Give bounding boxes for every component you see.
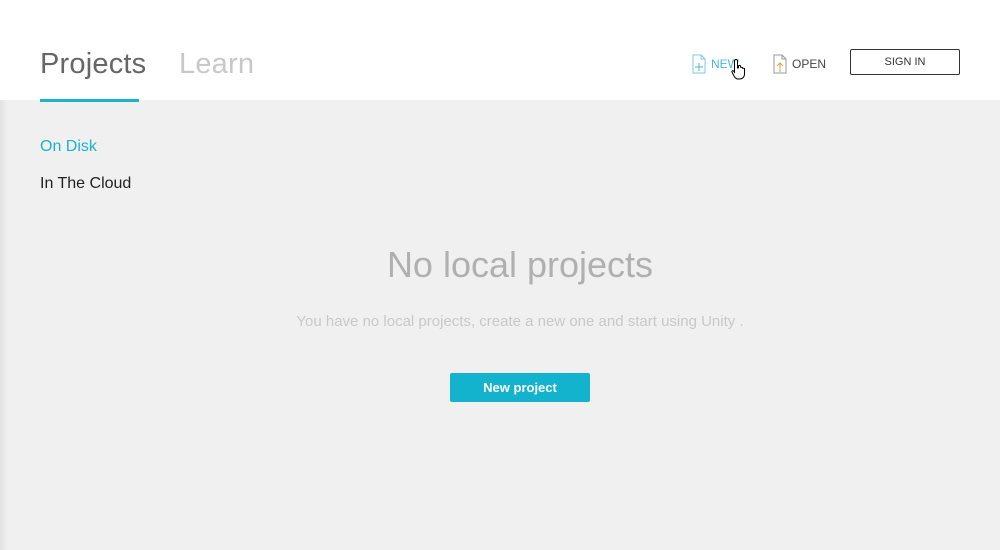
sidebar-item-in-the-cloud[interactable]: In The Cloud — [40, 175, 131, 193]
open-file-icon — [773, 54, 787, 74]
sidebar-item-on-disk[interactable]: On Disk — [40, 138, 97, 156]
header: Projects Learn NEW OPEN SIGN IN — [0, 0, 1000, 102]
new-file-icon — [692, 54, 706, 74]
tab-projects[interactable]: Projects — [40, 48, 146, 81]
open-label: OPEN — [792, 57, 827, 71]
empty-state-title: No local projects — [386, 244, 654, 285]
sign-in-button[interactable]: SIGN IN — [850, 49, 960, 75]
tab-learn[interactable]: Learn — [179, 48, 254, 81]
active-tab-indicator — [40, 99, 139, 102]
new-project-button[interactable]: New project — [450, 373, 590, 402]
hand-cursor-icon — [731, 58, 745, 80]
open-button[interactable]: OPEN — [773, 54, 826, 74]
empty-state-subtitle: You have no local projects, create a new… — [296, 313, 744, 330]
